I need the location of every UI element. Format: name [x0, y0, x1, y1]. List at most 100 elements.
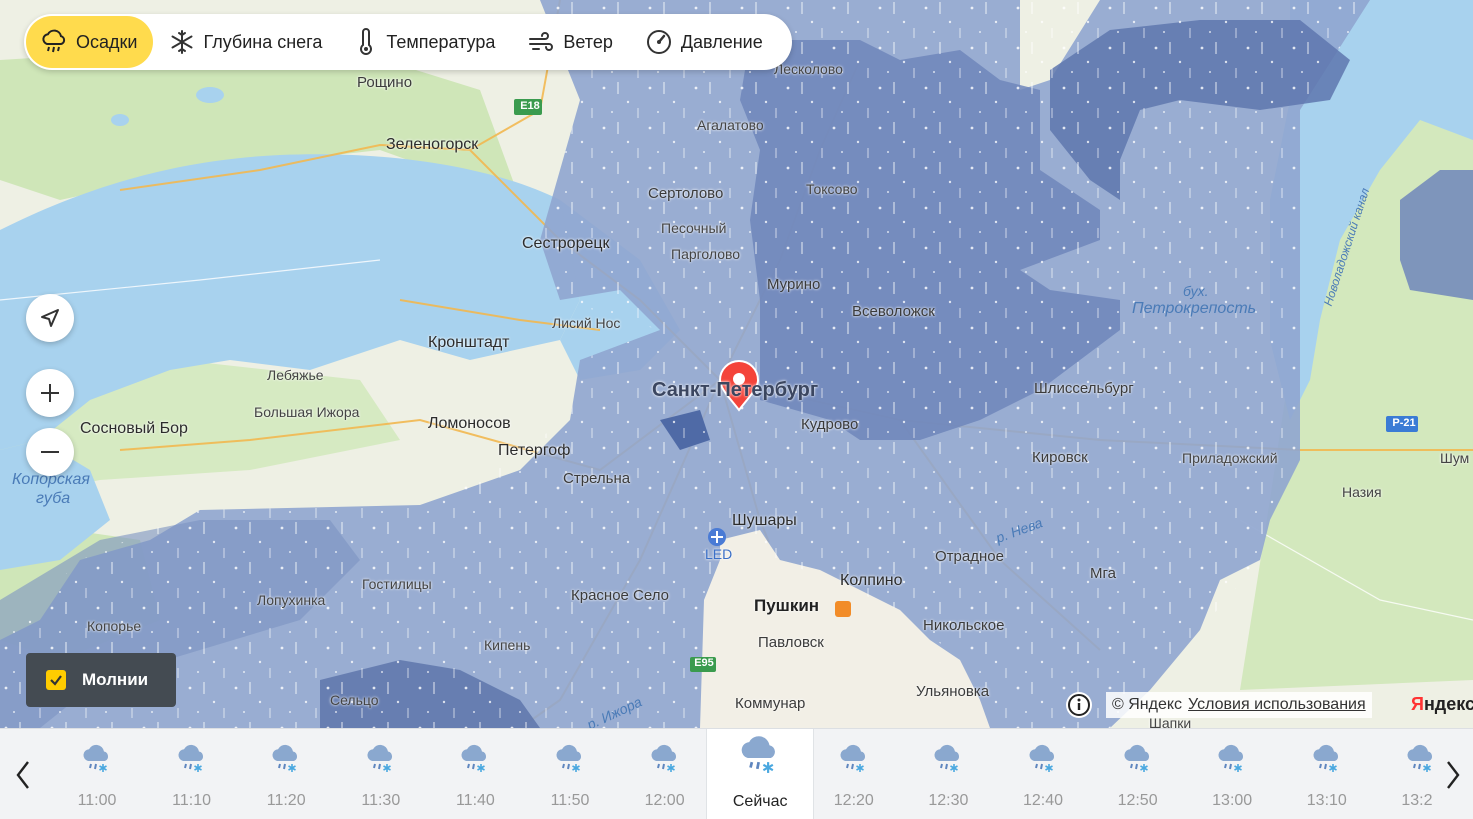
map-label-otradnoe: Отрадное — [935, 548, 1004, 565]
snow-cloud-icon — [1026, 741, 1060, 780]
map-label-zelenogorsk: Зеленогорск — [386, 136, 479, 153]
timeline-slots: 11:00 11:10 11:20 11:30 11:40 11:50 12:00 Сейча… — [46, 729, 1433, 819]
layer-switcher: Осадки Глубина снега Температура Ветер Д… — [24, 14, 792, 70]
timeline-slot-time: Сейчас — [732, 793, 788, 810]
map-label-peterhof: Петергоф — [498, 442, 571, 459]
map-label-naziya: Назия — [1342, 484, 1382, 500]
tab-label: Давление — [680, 31, 763, 52]
map-label-sestroretsk: Сестрорецк — [522, 235, 610, 252]
timeline-slot[interactable]: 13:00 — [1185, 729, 1279, 819]
map-label-pavlovsk: Павловск — [758, 634, 824, 651]
map-label-pesochny: Песочный — [661, 220, 727, 236]
timeline-slot[interactable]: 11:20 — [239, 729, 333, 819]
tab-pressure[interactable]: Давление — [631, 16, 779, 68]
timeline-slot[interactable]: 12:00 — [618, 729, 712, 819]
snow-cloud-icon — [1404, 741, 1433, 780]
road-label-p21: Р-21 — [1392, 417, 1416, 429]
timeline-slot-time: 12:50 — [1117, 792, 1158, 809]
lightning-label: Молнии — [82, 670, 149, 689]
tab-label: Глубина снега — [203, 31, 323, 52]
geolocation-button[interactable] — [26, 294, 74, 342]
tab-wind[interactable]: Ветер — [513, 16, 628, 68]
terms-of-use-link[interactable]: Условия использования — [1188, 696, 1366, 714]
timeline-prev-button[interactable] — [0, 729, 46, 819]
timeline-slot-time: 12:00 — [644, 792, 685, 809]
thermometer-icon — [360, 28, 373, 55]
map-label-bay: бух. — [1183, 283, 1209, 299]
map-label-agalatovo: Агалатово — [697, 117, 764, 133]
tab-precipitation[interactable]: Осадки — [26, 16, 154, 68]
lightning-toggle[interactable]: Молнии — [26, 653, 176, 707]
info-button[interactable] — [1066, 692, 1092, 718]
tab-label: Температура — [386, 31, 496, 52]
tab-label: Осадки — [76, 31, 138, 52]
snow-cloud-icon — [458, 741, 492, 780]
timeline-slot-time: 11:40 — [455, 792, 495, 809]
map-label-seltso: Сельцо — [330, 692, 379, 708]
map-label-shum: Шум — [1440, 450, 1470, 466]
timeline-slot[interactable]: 13:10 — [1280, 729, 1374, 819]
map-label-nikolskoe: Никольское — [923, 617, 1005, 634]
lightning-checkbox[interactable] — [46, 670, 66, 690]
map-attribution: © Яндекс Условия использования — [1106, 692, 1372, 718]
map-label-shushary: Шушары — [732, 512, 797, 529]
map-label-pushkin: Пушкин — [754, 596, 820, 615]
tab-snow-depth[interactable]: Глубина снега — [155, 16, 338, 68]
map-label-ulyanovka: Ульяновка — [916, 683, 990, 700]
map-label-sertolovo: Сертолово — [648, 185, 724, 202]
logo-letter: Я — [1411, 694, 1424, 714]
forecast-timeline: 11:00 11:10 11:20 11:30 11:40 11:50 12:00 Сейча… — [0, 728, 1473, 819]
weather-map-app: Рощино E18 Зеленогорск Лесколово Агалато… — [0, 0, 1473, 819]
timeline-slot-time: 11:00 — [77, 792, 117, 809]
wind-icon — [529, 32, 554, 51]
map-label-murino: Мурино — [767, 276, 821, 293]
map-label-priladozhsky: Приладожский — [1182, 450, 1278, 466]
map-label-roshchino: Рощино — [357, 74, 413, 91]
map-label-leskolovo: Лесколово — [774, 61, 843, 77]
timeline-slot[interactable]: 12:30 — [901, 729, 995, 819]
map-label-kirovsk: Кировск — [1032, 449, 1088, 466]
timeline-slot-time: 11:30 — [361, 792, 401, 809]
map-label-kudrovo: Кудрово — [801, 416, 859, 433]
timeline-slot[interactable]: 12:50 — [1091, 729, 1185, 819]
snow-cloud-icon — [1121, 741, 1155, 780]
map-canvas[interactable] — [0, 0, 1473, 728]
timeline-next-button[interactable] — [1433, 729, 1473, 819]
zoom-in-button[interactable] — [26, 369, 74, 417]
map-label-koporye: Копорье — [87, 618, 142, 634]
timeline-slot-time: 12:40 — [1022, 792, 1064, 809]
timeline-slot[interactable]: 11:30 — [334, 729, 428, 819]
snow-cloud-icon — [648, 741, 682, 780]
map-label-toksovo: Токсово — [806, 181, 858, 197]
map-label-shlisselburg: Шлиссельбург — [1034, 380, 1134, 397]
yandex-logo[interactable]: Яндекс — [1411, 694, 1473, 715]
timeline-slot[interactable]: 12:40 — [996, 729, 1090, 819]
logo-text: ндекс — [1423, 694, 1473, 714]
timeline-slot[interactable]: 12:20 — [807, 729, 901, 819]
timeline-slot-time: 13:20 — [1401, 792, 1433, 809]
map-label-pargolovo: Парголово — [671, 246, 741, 262]
timeline-slot[interactable]: 11:00 — [50, 729, 144, 819]
precipitation-icon — [42, 29, 66, 53]
snow-cloud-icon — [737, 731, 783, 782]
chevron-right-icon — [1447, 760, 1460, 789]
road-label-e18: E18 — [520, 100, 540, 112]
tab-temperature[interactable]: Температура — [340, 16, 511, 68]
map-label-krasnoe-selo: Красное Село — [571, 587, 669, 604]
chevron-left-icon — [16, 760, 29, 789]
timeline-slot-current[interactable]: Сейчас — [706, 729, 815, 819]
map-label-kipen: Кипень — [484, 637, 531, 653]
zoom-out-button[interactable] — [26, 428, 74, 476]
snow-cloud-icon — [1215, 741, 1249, 780]
timeline-slot[interactable]: 13:20 — [1374, 729, 1433, 819]
timeline-slot-time: 13:00 — [1212, 792, 1253, 809]
timeline-slot[interactable]: 11:10 — [145, 729, 239, 819]
timeline-slot-time: 13:10 — [1306, 792, 1347, 809]
navigation-arrow-icon — [41, 309, 59, 327]
map-label-strelna: Стрельна — [563, 470, 631, 487]
timeline-slot[interactable]: 11:50 — [523, 729, 617, 819]
map-label-kommunar: Коммунар — [735, 695, 806, 712]
timeline-slot[interactable]: 11:40 — [428, 729, 522, 819]
snow-cloud-icon — [837, 741, 871, 780]
map-label-kronshtadt: Кронштадт — [428, 334, 510, 351]
